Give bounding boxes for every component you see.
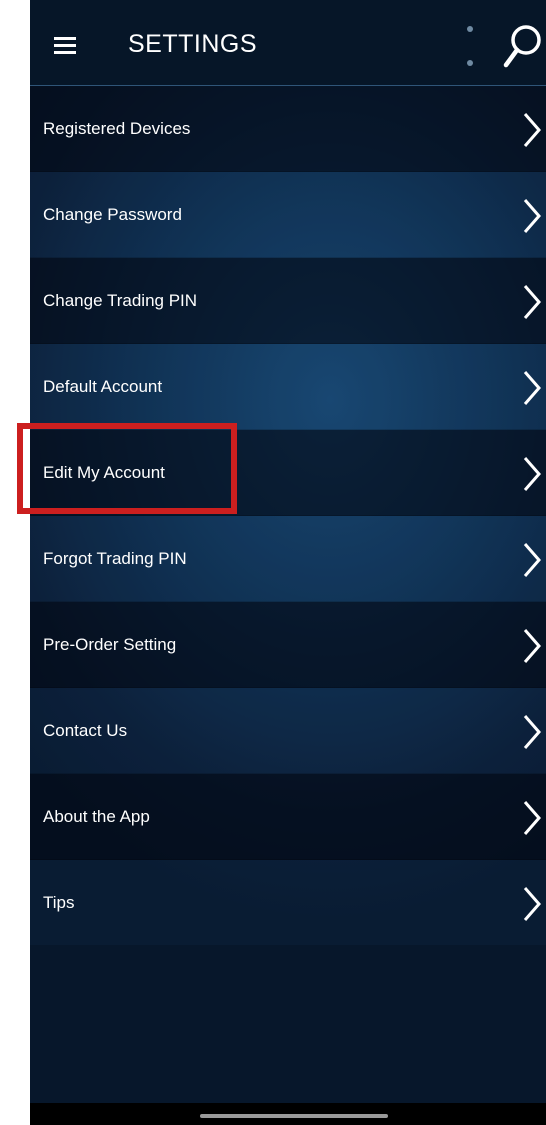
menu-item-label: Pre-Order Setting <box>43 635 177 654</box>
search-icon[interactable] <box>500 22 544 70</box>
menu-item-about-the-app[interactable]: About the App <box>30 774 546 860</box>
menu-item-label: About the App <box>43 807 150 826</box>
home-indicator[interactable] <box>200 1114 388 1118</box>
menu-item-label: Default Account <box>43 377 163 396</box>
menu-item-pre-order-setting[interactable]: Pre-Order Setting <box>30 602 546 688</box>
menu-item-forgot-trading-pin[interactable]: Forgot Trading PIN <box>30 516 546 602</box>
menu-item-default-account[interactable]: Default Account <box>30 344 546 430</box>
menu-item-label: Contact Us <box>43 721 128 740</box>
chevron-right-icon <box>523 543 541 577</box>
chevron-right-icon <box>523 629 541 663</box>
menu-item-edit-my-account[interactable]: Edit My Account <box>30 430 546 516</box>
menu-item-tips[interactable]: Tips <box>30 860 546 946</box>
menu-item-label: Tips <box>43 893 75 912</box>
chevron-right-icon <box>523 371 541 405</box>
chevron-right-icon <box>523 113 541 147</box>
menu-item-label: Change Trading PIN <box>43 291 198 310</box>
chevron-right-icon <box>523 457 541 491</box>
menu-item-change-trading-pin[interactable]: Change Trading PIN <box>30 258 546 344</box>
hamburger-menu-icon[interactable] <box>54 37 76 54</box>
chevron-right-icon <box>523 715 541 749</box>
menu-item-change-password[interactable]: Change Password <box>30 172 546 258</box>
chevron-right-icon <box>523 801 541 835</box>
page-title: SETTINGS <box>128 30 258 58</box>
settings-screen: SETTINGS Registered Devices Change Passw… <box>30 0 546 1125</box>
menu-item-label: Change Password <box>43 205 182 224</box>
menu-item-label: Registered Devices <box>43 119 191 138</box>
chevron-right-icon <box>523 887 541 921</box>
menu-item-contact-us[interactable]: Contact Us <box>30 688 546 774</box>
chevron-right-icon <box>523 199 541 233</box>
chevron-right-icon <box>523 285 541 319</box>
vertical-dots-icon[interactable] <box>466 26 474 68</box>
menu-item-registered-devices[interactable]: Registered Devices <box>30 86 546 172</box>
menu-item-label: Forgot Trading PIN <box>43 549 187 568</box>
menu-item-label: Edit My Account <box>43 463 165 482</box>
settings-menu: Registered Devices Change Password Chang… <box>30 86 546 946</box>
app-header: SETTINGS <box>30 0 546 86</box>
system-nav-bar <box>30 1103 546 1125</box>
